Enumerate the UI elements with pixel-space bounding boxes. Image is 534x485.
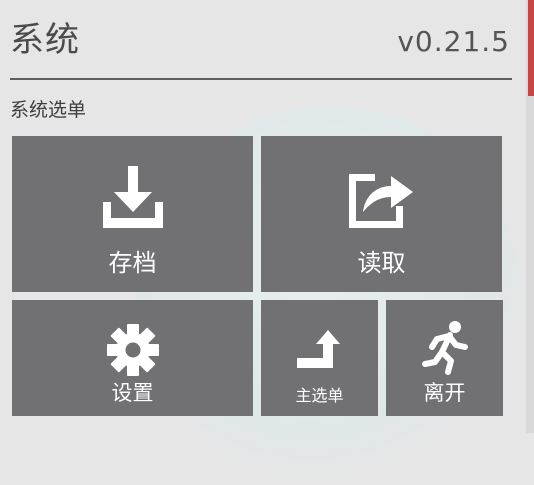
header-divider (10, 78, 512, 80)
scrollbar-thumb[interactable] (528, 0, 534, 96)
settings-label: 设置 (111, 381, 154, 405)
gear-icon (106, 324, 159, 376)
main-menu-label: 主选单 (295, 386, 344, 405)
download-icon (102, 166, 163, 228)
load-button[interactable]: 读取 (261, 136, 502, 292)
version-label: v0.21.5 (397, 25, 510, 58)
save-button[interactable]: 存档 (12, 136, 253, 292)
turn-up-arrow-icon (296, 330, 340, 368)
section-label: 系统选单 (10, 99, 87, 121)
settings-button[interactable]: 设置 (12, 300, 253, 416)
exit-button[interactable]: 离开 (386, 300, 503, 416)
exit-label: 离开 (423, 381, 466, 405)
page-title: 系统 (10, 20, 80, 60)
save-label: 存档 (108, 249, 157, 277)
main-menu-button[interactable]: 主选单 (261, 300, 378, 416)
share-export-icon (348, 174, 413, 228)
load-label: 读取 (357, 249, 406, 277)
running-person-icon (421, 321, 468, 375)
